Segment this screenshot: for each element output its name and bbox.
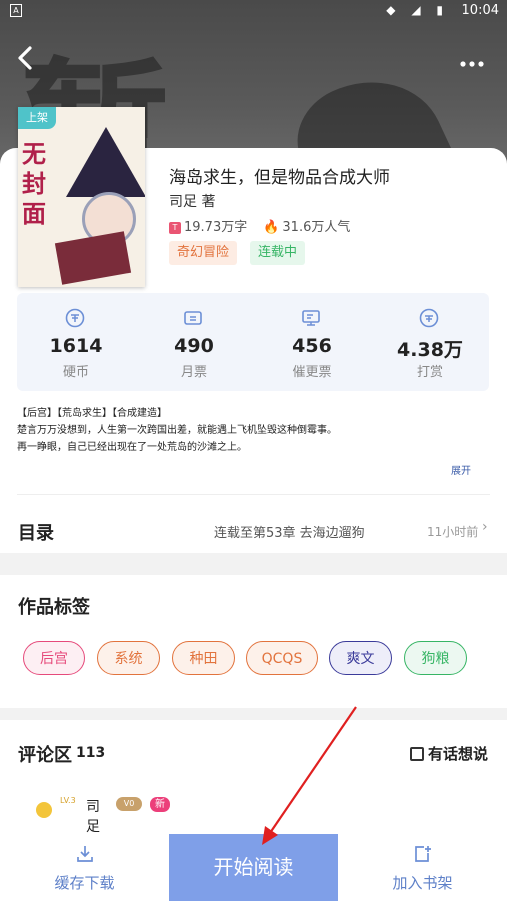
status-bar: A ◆ ◢ ▮ 10:04 xyxy=(0,0,507,22)
metric-rewards[interactable]: 4.38万 打赏 xyxy=(371,293,489,391)
more-icon xyxy=(460,61,484,67)
cover-badge: 上架 xyxy=(18,107,56,129)
metric-value: 1614 xyxy=(49,335,103,357)
status-time: 10:04 xyxy=(461,3,499,18)
status-tag: 连载中 xyxy=(250,241,306,265)
add-shelf-icon xyxy=(414,846,431,862)
word-count: 19.73万字 xyxy=(184,220,248,235)
metric-update-tickets[interactable]: 456 催更票 xyxy=(253,293,371,391)
toc-title[interactable]: 目录 xyxy=(18,519,54,545)
user-level: LV.3 xyxy=(60,796,76,805)
notification-icon: A xyxy=(10,4,22,17)
coin-icon xyxy=(65,308,85,328)
expand-button[interactable]: 展开 xyxy=(451,462,471,477)
vip-badge: V0 xyxy=(116,797,142,811)
metric-label: 打赏 xyxy=(416,365,443,380)
monitor-icon xyxy=(302,310,320,326)
book-author[interactable]: 司足 著 xyxy=(169,191,215,211)
comments-title: 评论区 xyxy=(18,745,72,766)
synopsis-line: 再一睁眼，自己已经出现在了一处荒岛的沙滩之上。 xyxy=(17,442,247,453)
synopsis-line: 【后宫】【荒岛求生】【合成建造】 xyxy=(17,408,167,419)
metric-value: 456 xyxy=(292,335,332,357)
book-stats: T 19.73万字 🔥 31.6万人气 xyxy=(169,216,350,235)
toc-update-time: 11小时前 xyxy=(427,525,479,539)
tag-pill[interactable]: 种田 xyxy=(172,641,235,675)
cover-art-hat xyxy=(66,127,145,197)
divider xyxy=(17,494,490,495)
write-comment-label: 有话想说 xyxy=(428,745,489,763)
metric-value: 490 xyxy=(174,335,214,357)
metric-label: 月票 xyxy=(180,365,207,380)
toc-latest-chapter[interactable]: 连载至第53章 去海边遛狗 xyxy=(214,522,365,541)
back-icon xyxy=(18,46,32,70)
metric-label: 硬币 xyxy=(62,365,89,380)
edit-icon xyxy=(410,747,424,761)
reward-icon xyxy=(419,308,439,328)
newbie-badge: 新手 xyxy=(150,797,170,825)
tag-pill[interactable]: QCQS xyxy=(246,641,318,675)
avatar[interactable] xyxy=(36,802,52,818)
start-reading-button[interactable]: 开始阅读 xyxy=(169,834,338,901)
tag-pill[interactable]: 后宫 xyxy=(23,641,85,675)
synopsis-line: 楚言万万没想到，人生第一次跨国出差，就能遇上飞机坠毁这种倒霉事。 xyxy=(17,425,337,436)
tag-pill[interactable]: 系统 xyxy=(97,641,160,675)
comments-count: 113 xyxy=(76,745,106,761)
book-title: 海岛求生，但是物品合成大师 xyxy=(169,168,390,188)
chevron-right-icon[interactable]: › xyxy=(482,519,488,535)
cover-art-book xyxy=(54,231,132,285)
tag-pill[interactable]: 爽文 xyxy=(329,641,392,675)
fire-icon: 🔥 xyxy=(263,220,280,235)
write-comment-button[interactable]: 有话想说 xyxy=(410,743,488,764)
word-count-icon: T xyxy=(169,221,181,234)
user-name[interactable]: 司足 xyxy=(86,796,100,836)
system-icons: ◆ ◢ ▮ xyxy=(386,3,449,17)
genre-tag[interactable]: 奇幻冒险 xyxy=(169,241,238,265)
synopsis: 【后宫】【荒岛求生】【合成建造】 楚言万万没想到，人生第一次跨国出差，就能遇上飞… xyxy=(17,405,487,456)
download-label: 缓存下载 xyxy=(54,874,115,892)
more-button[interactable] xyxy=(459,50,485,74)
metric-monthly-tickets[interactable]: 490 月票 xyxy=(135,293,253,391)
cover-placeholder-text: 无封面 xyxy=(22,139,46,228)
ticket-icon xyxy=(184,311,202,325)
metric-label: 催更票 xyxy=(292,365,332,380)
popularity: 31.6万人气 xyxy=(282,220,351,235)
back-button[interactable] xyxy=(14,44,40,72)
tags-title: 作品标签 xyxy=(18,597,90,618)
metric-value: 4.38万 xyxy=(397,339,463,361)
tag-pill[interactable]: 狗粮 xyxy=(404,641,467,675)
add-to-shelf-button[interactable]: 加入书架 xyxy=(338,834,507,901)
metric-coins[interactable]: 1614 硬币 xyxy=(17,293,135,391)
book-cover[interactable]: 无封面 上架 xyxy=(18,107,145,287)
add-to-shelf-label: 加入书架 xyxy=(392,874,453,892)
metrics-panel: 1614 硬币 490 月票 456 催更票 4.38万 打赏 xyxy=(17,293,489,391)
download-icon xyxy=(76,846,93,862)
download-button[interactable]: 缓存下载 xyxy=(0,834,169,901)
